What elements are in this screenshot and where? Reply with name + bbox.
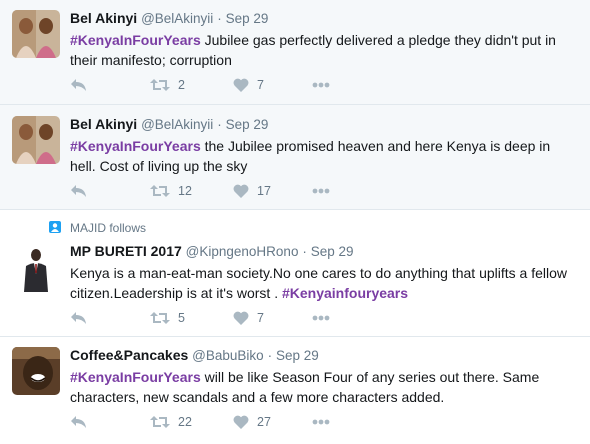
tweet-header: Coffee&Pancakes @BabuBiko · Sep 29 <box>70 347 319 363</box>
like-count: 7 <box>257 311 264 325</box>
like-count: 27 <box>257 415 271 429</box>
display-name[interactable]: Coffee&Pancakes <box>70 347 188 363</box>
retweet-count: 2 <box>178 78 185 92</box>
display-name[interactable]: MP BURETI 2017 <box>70 243 182 259</box>
retweet-icon <box>150 416 170 428</box>
tweet-text: #KenyaInFourYears will be like Season Fo… <box>70 367 575 407</box>
timestamp[interactable]: Sep 29 <box>311 244 354 259</box>
timeline: Bel Akinyi @BelAkinyii · Sep 29 #KenyaIn… <box>0 0 590 444</box>
reply-icon <box>71 416 86 428</box>
separator: · <box>267 348 273 363</box>
more-button[interactable] <box>312 77 330 93</box>
hashtag-link[interactable]: #KenyaInFourYears <box>70 369 201 385</box>
like-button[interactable]: 7 <box>233 77 264 93</box>
reply-icon <box>71 312 86 324</box>
retweet-icon <box>150 79 170 91</box>
more-icon <box>312 315 330 321</box>
timestamp[interactable]: Sep 29 <box>226 117 269 132</box>
retweet-count: 22 <box>178 415 192 429</box>
like-icon <box>233 415 249 429</box>
tweet-header: MP BURETI 2017 @KipngenoHRono · Sep 29 <box>70 243 354 259</box>
like-icon <box>233 78 249 92</box>
reply-icon <box>71 185 86 197</box>
retweet-button[interactable]: 12 <box>150 183 192 199</box>
username[interactable]: @BabuBiko <box>192 348 264 363</box>
reply-icon <box>71 79 86 91</box>
tweet-header: Bel Akinyi @BelAkinyii · Sep 29 <box>70 116 268 132</box>
tweet[interactable]: Coffee&Pancakes @BabuBiko · Sep 29 #Keny… <box>0 337 590 444</box>
timestamp[interactable]: Sep 29 <box>226 11 269 26</box>
display-name[interactable]: Bel Akinyi <box>70 10 137 26</box>
more-icon <box>312 419 330 425</box>
like-icon <box>233 184 249 198</box>
reply-button[interactable] <box>70 414 87 430</box>
display-name[interactable]: Bel Akinyi <box>70 116 137 132</box>
more-icon <box>312 188 330 194</box>
tweet-text: #KenyaInFourYears Jubilee gas perfectly … <box>70 30 575 70</box>
reply-button[interactable] <box>70 183 87 199</box>
tweet-text: #KenyaInFourYears the Jubilee promised h… <box>70 136 575 176</box>
like-count: 17 <box>257 184 271 198</box>
follow-icon <box>49 221 61 233</box>
retweet-icon <box>150 312 170 324</box>
retweet-count: 5 <box>178 311 185 325</box>
reply-button[interactable] <box>70 77 87 93</box>
reply-button[interactable] <box>70 310 87 326</box>
avatar[interactable] <box>12 244 60 292</box>
hashtag-link[interactable]: #KenyaInFourYears <box>70 32 201 48</box>
like-count: 7 <box>257 78 264 92</box>
retweet-count: 12 <box>178 184 192 198</box>
username[interactable]: @BelAkinyii <box>141 117 213 132</box>
separator: · <box>217 117 222 132</box>
avatar[interactable] <box>12 347 60 395</box>
more-button[interactable] <box>312 183 330 199</box>
more-button[interactable] <box>312 414 330 430</box>
separator: · <box>217 11 222 26</box>
tweet[interactable]: Bel Akinyi @BelAkinyii · Sep 29 #KenyaIn… <box>0 105 590 210</box>
timestamp[interactable]: Sep 29 <box>276 348 319 363</box>
tweet-header: Bel Akinyi @BelAkinyii · Sep 29 <box>70 10 268 26</box>
separator: · <box>302 244 307 259</box>
social-context[interactable]: MAJID follows <box>70 221 146 235</box>
like-button[interactable]: 27 <box>233 414 271 430</box>
retweet-icon <box>150 185 170 197</box>
tweet-text: Kenya is a man-eat-man society.No one ca… <box>70 263 575 303</box>
avatar[interactable] <box>12 116 60 164</box>
username[interactable]: @BelAkinyii <box>141 11 213 26</box>
retweet-button[interactable]: 2 <box>150 77 185 93</box>
follow-context <box>48 220 62 239</box>
like-button[interactable]: 17 <box>233 183 271 199</box>
like-icon <box>233 311 249 325</box>
retweet-button[interactable]: 22 <box>150 414 192 430</box>
username[interactable]: @KipngenoHRono <box>186 244 299 259</box>
hashtag-link[interactable]: #Kenyainfouryears <box>282 285 408 301</box>
tweet[interactable]: Bel Akinyi @BelAkinyii · Sep 29 #KenyaIn… <box>0 0 590 105</box>
like-button[interactable]: 7 <box>233 310 264 326</box>
hashtag-link[interactable]: #KenyaInFourYears <box>70 138 201 154</box>
avatar[interactable] <box>12 10 60 58</box>
retweet-button[interactable]: 5 <box>150 310 185 326</box>
more-button[interactable] <box>312 310 330 326</box>
tweet[interactable]: MAJID follows MP BURETI 2017 @KipngenoHR… <box>0 210 590 337</box>
more-icon <box>312 82 330 88</box>
